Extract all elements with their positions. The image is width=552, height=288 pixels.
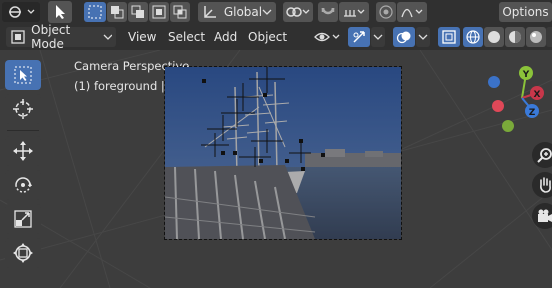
neg-y-axis-dot[interactable]: [502, 120, 514, 132]
chevron-down-icon: [373, 34, 383, 40]
shading-wireframe-button[interactable]: [463, 27, 483, 47]
menu-view[interactable]: View: [128, 29, 156, 45]
object-mode-icon: [11, 30, 25, 44]
select-intersect-icon: [173, 5, 187, 19]
select-mode-subtract-button[interactable]: [128, 2, 148, 22]
solid-sphere-icon: [488, 31, 500, 43]
pivot-link-icon: [286, 7, 310, 17]
tool-shelf: [5, 60, 45, 272]
shading-solid-button[interactable]: [484, 27, 504, 47]
zoom-icon: [537, 148, 552, 163]
camera-view-button[interactable]: [532, 203, 552, 229]
cursor-icon: [13, 99, 33, 119]
tool-scale[interactable]: [5, 204, 41, 234]
options-dropdown[interactable]: Options: [499, 2, 552, 22]
interaction-mode-dropdown[interactable]: Object Mode: [6, 23, 116, 51]
move-icon: [13, 141, 33, 161]
shading-rendered-button[interactable]: [526, 27, 546, 47]
y-axis-label: Y: [522, 70, 530, 80]
chevron-down-icon: [103, 34, 113, 40]
transform-orientation-dropdown[interactable]: Global: [198, 2, 276, 22]
snap-increment-icon: [344, 9, 365, 17]
orientation-axes-icon: [204, 6, 216, 18]
tool-select-box[interactable]: [5, 60, 41, 90]
axis-gizmo-graphic: Y X Z: [488, 66, 544, 132]
camera-background-image: [164, 66, 402, 240]
menu-add[interactable]: Add: [214, 29, 237, 45]
proportional-editing-button[interactable]: [376, 2, 396, 22]
transform-orientation-value: Global: [223, 5, 263, 19]
select-new-icon: [88, 5, 102, 19]
interaction-mode-value: Object Mode: [31, 23, 71, 51]
object-visibility-dropdown[interactable]: [312, 27, 344, 47]
select-subtract-icon: [131, 5, 144, 18]
overlay-options-dropdown[interactable]: [416, 27, 430, 47]
rendered-sphere-icon: [530, 31, 542, 43]
active-tool-button[interactable]: [48, 1, 72, 23]
camera-view-icon: [538, 209, 552, 222]
magnet-icon: [321, 7, 335, 15]
editor-type-button[interactable]: [2, 2, 40, 22]
gizmo-arrows-icon: [353, 31, 365, 43]
toolbar-divider: [7, 130, 39, 131]
tool-transform[interactable]: [5, 238, 41, 268]
show-gizmo-button[interactable]: [348, 27, 370, 47]
tool-rotate[interactable]: [5, 170, 41, 200]
viewport-header: Object Mode View Select Add Object: [0, 23, 552, 51]
tool-move[interactable]: [5, 136, 41, 166]
scale-icon: [14, 210, 32, 228]
tool-settings-header: Global Options: [0, 0, 552, 24]
snap-target-dropdown[interactable]: [339, 2, 369, 22]
options-label: Options: [502, 5, 549, 19]
select-invert-icon: [152, 5, 166, 19]
snap-toggle-button[interactable]: [318, 2, 338, 22]
wireframe-sphere-icon: [466, 30, 480, 44]
x-axis-label: X: [534, 90, 541, 100]
neg-x-axis-dot[interactable]: [492, 100, 504, 112]
xray-icon: [442, 30, 456, 44]
hand-pan-icon: [540, 177, 551, 193]
proportional-falloff-dropdown[interactable]: [397, 2, 427, 22]
ship-harbor-photo: [165, 67, 401, 239]
eye-icon: [314, 32, 340, 42]
menu-select[interactable]: Select: [168, 29, 205, 45]
select-extend-icon: [111, 6, 124, 19]
rotate-icon: [15, 177, 32, 193]
select-mode-new-button[interactable]: [84, 2, 106, 22]
zoom-view-button[interactable]: [532, 142, 552, 168]
gizmo-options-dropdown[interactable]: [371, 27, 385, 47]
select-box-icon: [14, 66, 32, 84]
select-mode-intersect-button[interactable]: [170, 2, 190, 22]
neg-z-axis-dot[interactable]: [488, 76, 500, 88]
chevron-down-icon: [262, 9, 272, 15]
falloff-curve-icon: [401, 8, 423, 18]
tool-cursor[interactable]: [5, 94, 41, 124]
shading-material-button[interactable]: [505, 27, 525, 47]
proportional-circle-icon: [379, 5, 393, 19]
xray-toggle-button[interactable]: [438, 27, 460, 47]
material-sphere-icon: [509, 31, 521, 43]
select-mode-extend-button[interactable]: [107, 2, 127, 22]
editor-type-icon: [9, 6, 35, 18]
chevron-down-icon: [418, 34, 428, 40]
pan-view-button[interactable]: [532, 172, 552, 198]
cursor-arrow-icon: [56, 5, 65, 19]
select-mode-invert-button[interactable]: [149, 2, 169, 22]
shading-options-dropdown[interactable]: [546, 27, 552, 47]
overlay-circles-icon: [396, 31, 411, 44]
navigation-gizmo[interactable]: Y X Z: [478, 60, 552, 140]
z-axis-label: Z: [529, 108, 536, 118]
show-overlays-button[interactable]: [393, 27, 415, 47]
menu-object[interactable]: Object: [248, 29, 287, 45]
pivot-point-dropdown[interactable]: [283, 2, 313, 22]
transform-icon: [13, 243, 33, 263]
